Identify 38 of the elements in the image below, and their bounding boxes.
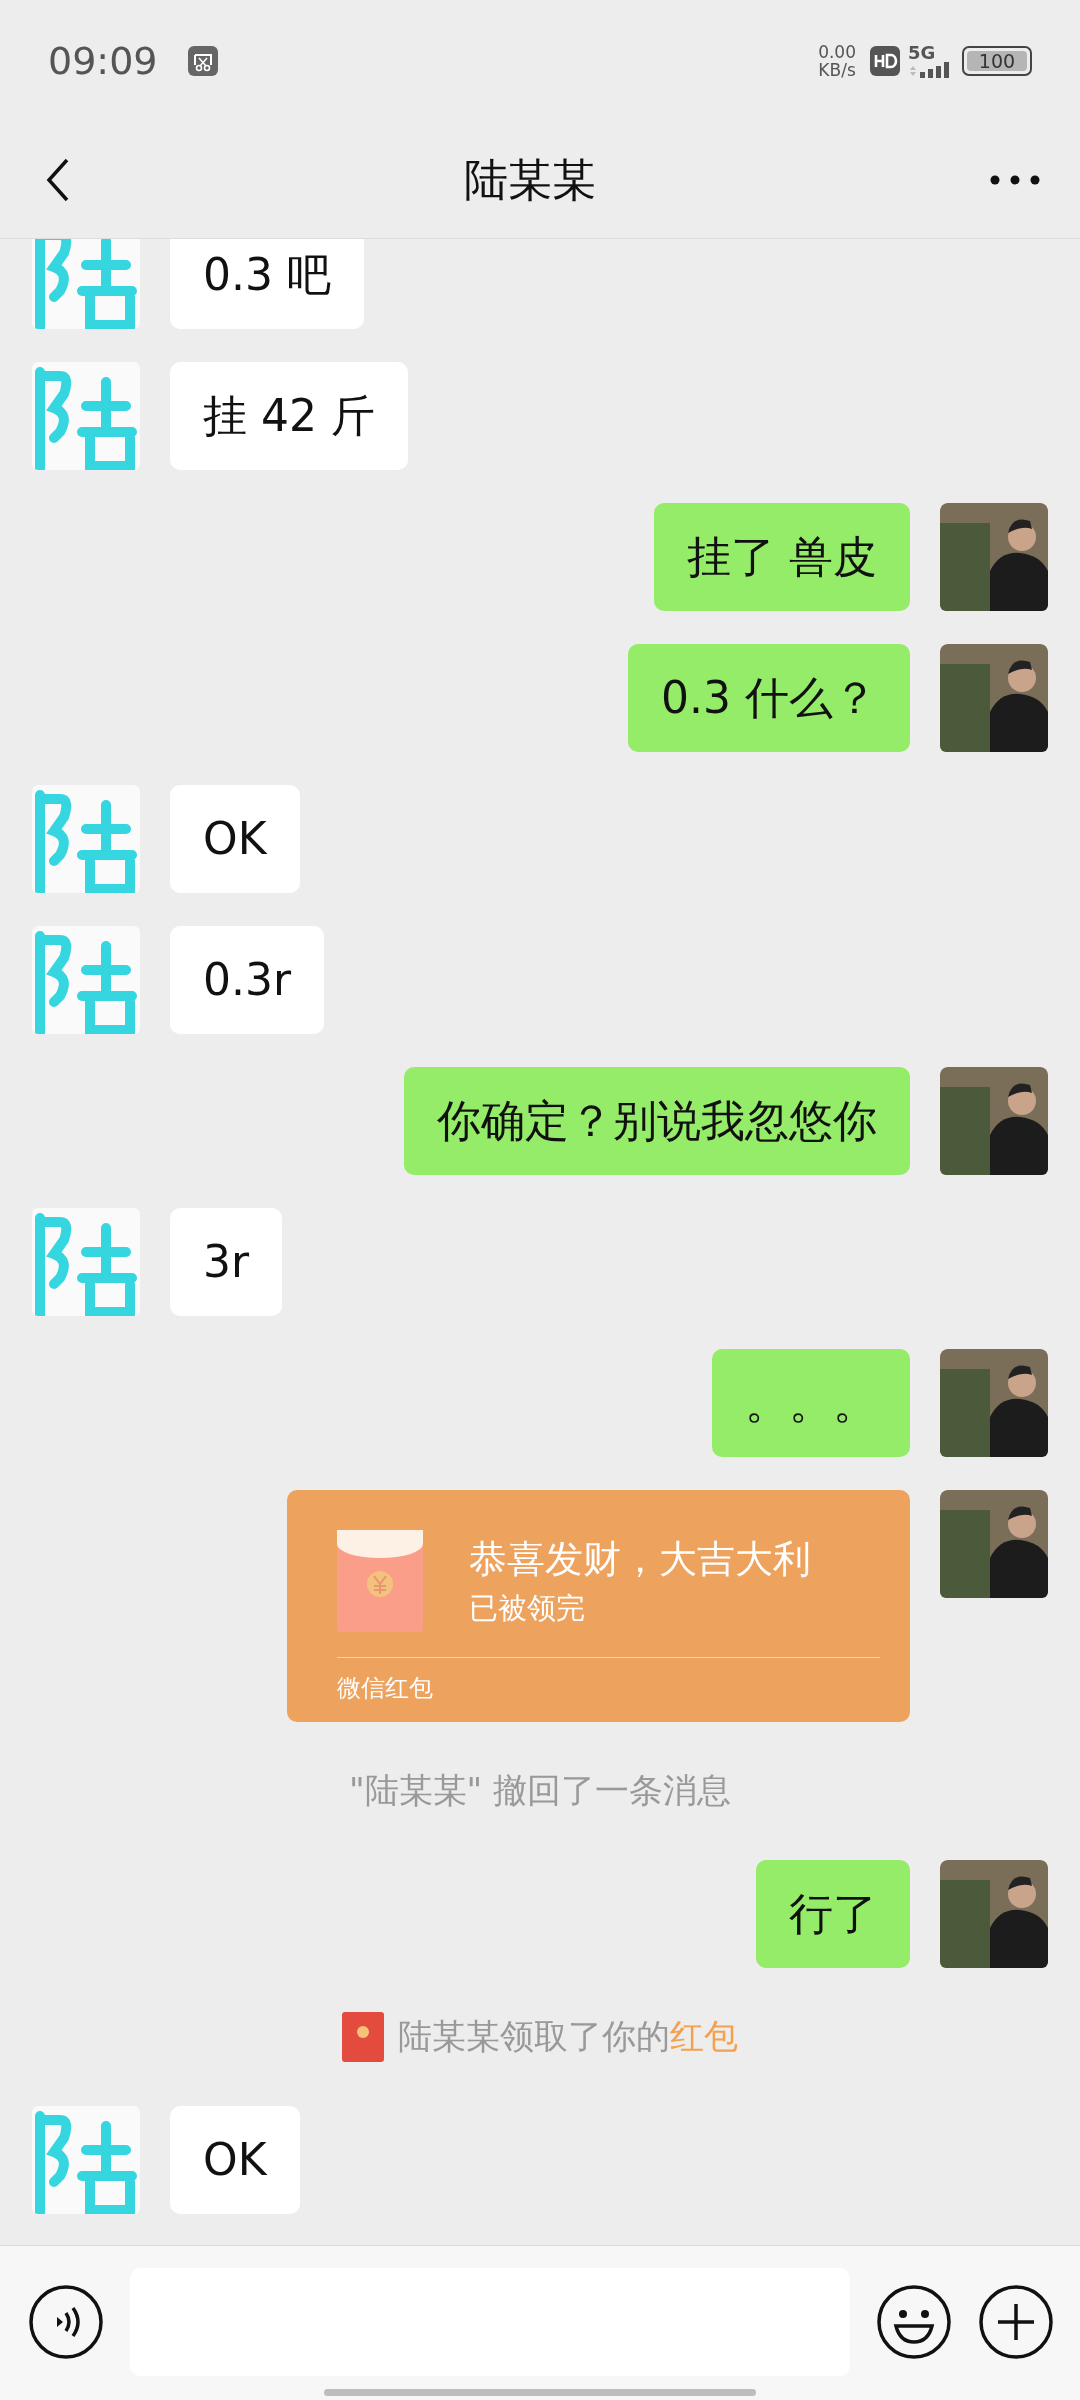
user-avatar[interactable] — [940, 1490, 1048, 1598]
clock-time: 09:09 — [48, 39, 158, 83]
screenshot-icon — [187, 46, 218, 76]
battery-icon: 100 — [962, 46, 1032, 76]
user-avatar[interactable] — [940, 503, 1048, 611]
packet-greeting: 恭喜发财，大吉大利 — [469, 1536, 811, 1583]
network-type: 5G — [908, 44, 937, 62]
plus-button[interactable] — [978, 2284, 1054, 2360]
money-packet-card[interactable]: 恭喜发财，大吉大利 已被领完 微信红包 — [287, 1490, 910, 1722]
more-icon — [990, 175, 1040, 185]
message-bubble: 0.3 什么？ — [628, 644, 910, 752]
hd-icon — [870, 46, 900, 76]
message-bubble: 。。。 — [712, 1349, 910, 1457]
envelope-icon — [342, 2012, 384, 2062]
message-bubble: OK — [170, 785, 300, 893]
recall-notice: "陆某某" 撤回了一条消息 — [348, 1769, 732, 1812]
message-bubble: 你确定？别说我忽悠你 — [404, 1067, 910, 1175]
message-bubble: 挂了 兽皮 — [654, 503, 910, 611]
packet-notice: 陆某某领取了你的 — [398, 2015, 670, 2058]
chat-title: 陆某某 — [464, 152, 596, 207]
packet-status: 已被领完 — [469, 1590, 586, 1627]
message-bubble: 0.3r — [170, 926, 325, 1034]
message-bubble: 行了 — [756, 1860, 910, 1968]
user-avatar[interactable] — [940, 644, 1048, 752]
user-avatar[interactable] — [940, 1860, 1048, 1968]
back-icon — [46, 158, 70, 202]
message-bubble: 0.3 吧 — [170, 239, 364, 329]
packet-label: 微信红包 — [337, 1673, 434, 1704]
speed-unit: KB/s — [818, 61, 856, 79]
voice-button[interactable] — [28, 2284, 104, 2360]
network-speed: 0.00 — [818, 43, 856, 61]
user-avatar[interactable] — [940, 1349, 1048, 1457]
message-bubble: 3r — [170, 1208, 283, 1316]
packet-link[interactable]: 红包 — [670, 2014, 738, 2060]
user-avatar[interactable] — [940, 1067, 1048, 1175]
emoji-button[interactable] — [876, 2284, 952, 2360]
message-bubble: OK — [170, 2106, 300, 2214]
message-bubble: 挂 42 斤 — [170, 362, 408, 470]
